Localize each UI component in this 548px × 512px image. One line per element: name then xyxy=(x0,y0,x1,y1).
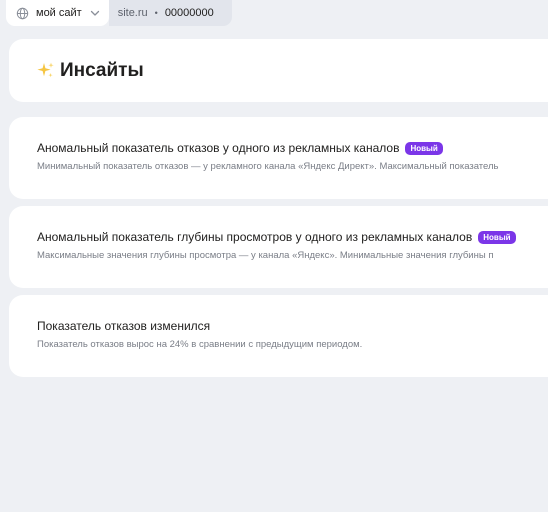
page-header-card: Инсайты xyxy=(9,39,548,102)
new-badge: Новый xyxy=(478,230,516,244)
insight-title: Показатель отказов изменился xyxy=(37,319,211,333)
page-title: Инсайты xyxy=(60,59,144,81)
counter-id: 00000000 xyxy=(164,7,214,19)
chevron-down-icon xyxy=(89,7,101,19)
top-bar: мой сайт site.ru • 00000000 xyxy=(6,0,232,26)
insight-card[interactable]: Аномальный показатель глубины просмотров… xyxy=(9,206,548,288)
insight-description: Максимальные значения глубины просмотра … xyxy=(37,250,494,261)
site-domain: site.ru xyxy=(117,7,148,19)
site-info: site.ru • 00000000 xyxy=(108,0,232,26)
site-selector-label: мой сайт xyxy=(36,7,82,19)
insight-title: Аномальный показатель глубины просмотров… xyxy=(37,230,473,244)
site-selector[interactable]: мой сайт xyxy=(6,0,109,26)
insight-title: Аномальный показатель отказов у одного и… xyxy=(37,141,400,155)
new-badge: Новый xyxy=(405,141,443,155)
separator-dot: • xyxy=(154,8,158,18)
sparkles-icon xyxy=(36,61,55,80)
insight-description: Минимальный показатель отказов — у рекла… xyxy=(37,161,499,172)
insight-card[interactable]: Показатель отказов изменился Показатель … xyxy=(9,295,548,377)
insight-card[interactable]: Аномальный показатель отказов у одного и… xyxy=(9,117,548,199)
globe-icon xyxy=(16,7,29,20)
insight-description: Показатель отказов вырос на 24% в сравне… xyxy=(37,339,363,350)
